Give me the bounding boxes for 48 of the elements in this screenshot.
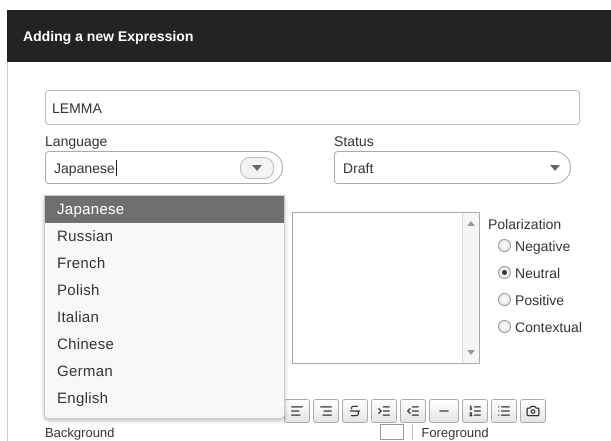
caret-icon xyxy=(252,164,262,170)
polarization-option[interactable]: Negative xyxy=(488,232,582,259)
scroll-up-icon[interactable] xyxy=(467,221,475,226)
radio-button[interactable] xyxy=(498,266,511,279)
radio-button[interactable] xyxy=(498,320,511,333)
polarization-label: Polarization xyxy=(488,216,562,232)
bullet-list-button[interactable] xyxy=(491,399,517,423)
strikethrough-icon xyxy=(348,404,362,418)
outdent-icon xyxy=(406,404,420,418)
polarization-option[interactable]: Contextual xyxy=(488,313,582,340)
align-left-icon xyxy=(290,404,304,418)
language-option[interactable]: French xyxy=(45,250,284,277)
language-label: Language xyxy=(45,133,108,149)
polarization-option[interactable]: Neutral xyxy=(488,259,582,286)
background-label: Background xyxy=(45,424,114,440)
language-option[interactable]: Russian xyxy=(45,223,284,250)
caret-icon xyxy=(550,164,560,170)
indent-button[interactable] xyxy=(371,399,397,423)
lemma-field[interactable]: LEMMA xyxy=(45,90,580,125)
numbered-list-icon xyxy=(468,404,482,418)
align-right-button[interactable] xyxy=(313,399,339,423)
language-option[interactable]: English xyxy=(45,385,284,412)
radio-button[interactable] xyxy=(498,293,511,306)
camera-icon xyxy=(526,404,540,418)
image-button[interactable] xyxy=(520,399,546,423)
polarization-option[interactable]: Positive xyxy=(488,286,582,313)
status-label: Status xyxy=(334,133,375,149)
language-option[interactable]: Japanese xyxy=(45,196,284,223)
language-option[interactable]: Polish xyxy=(45,277,284,304)
scrollbar[interactable] xyxy=(462,213,479,363)
strikethrough-button[interactable] xyxy=(342,399,368,423)
foreground-label: Foreground xyxy=(421,424,489,440)
scroll-down-icon[interactable] xyxy=(467,350,475,355)
align-right-icon xyxy=(319,404,333,418)
language-option[interactable]: Italian xyxy=(45,304,284,331)
language-option[interactable]: German xyxy=(45,358,284,385)
language-select[interactable]: Japanese xyxy=(45,151,283,184)
radio-button[interactable] xyxy=(498,239,511,252)
align-left-button[interactable] xyxy=(284,399,310,423)
ordered-list-button[interactable] xyxy=(462,399,488,423)
color-swatch[interactable] xyxy=(380,424,404,440)
window-title: Adding a new Expression xyxy=(7,10,611,62)
indent-icon xyxy=(377,404,391,418)
text-cursor xyxy=(116,160,117,176)
language-option[interactable]: Chinese xyxy=(45,331,284,358)
bullet-list-icon xyxy=(497,404,511,418)
outdent-button[interactable] xyxy=(400,399,426,423)
status-select[interactable]: Draft xyxy=(334,151,571,184)
